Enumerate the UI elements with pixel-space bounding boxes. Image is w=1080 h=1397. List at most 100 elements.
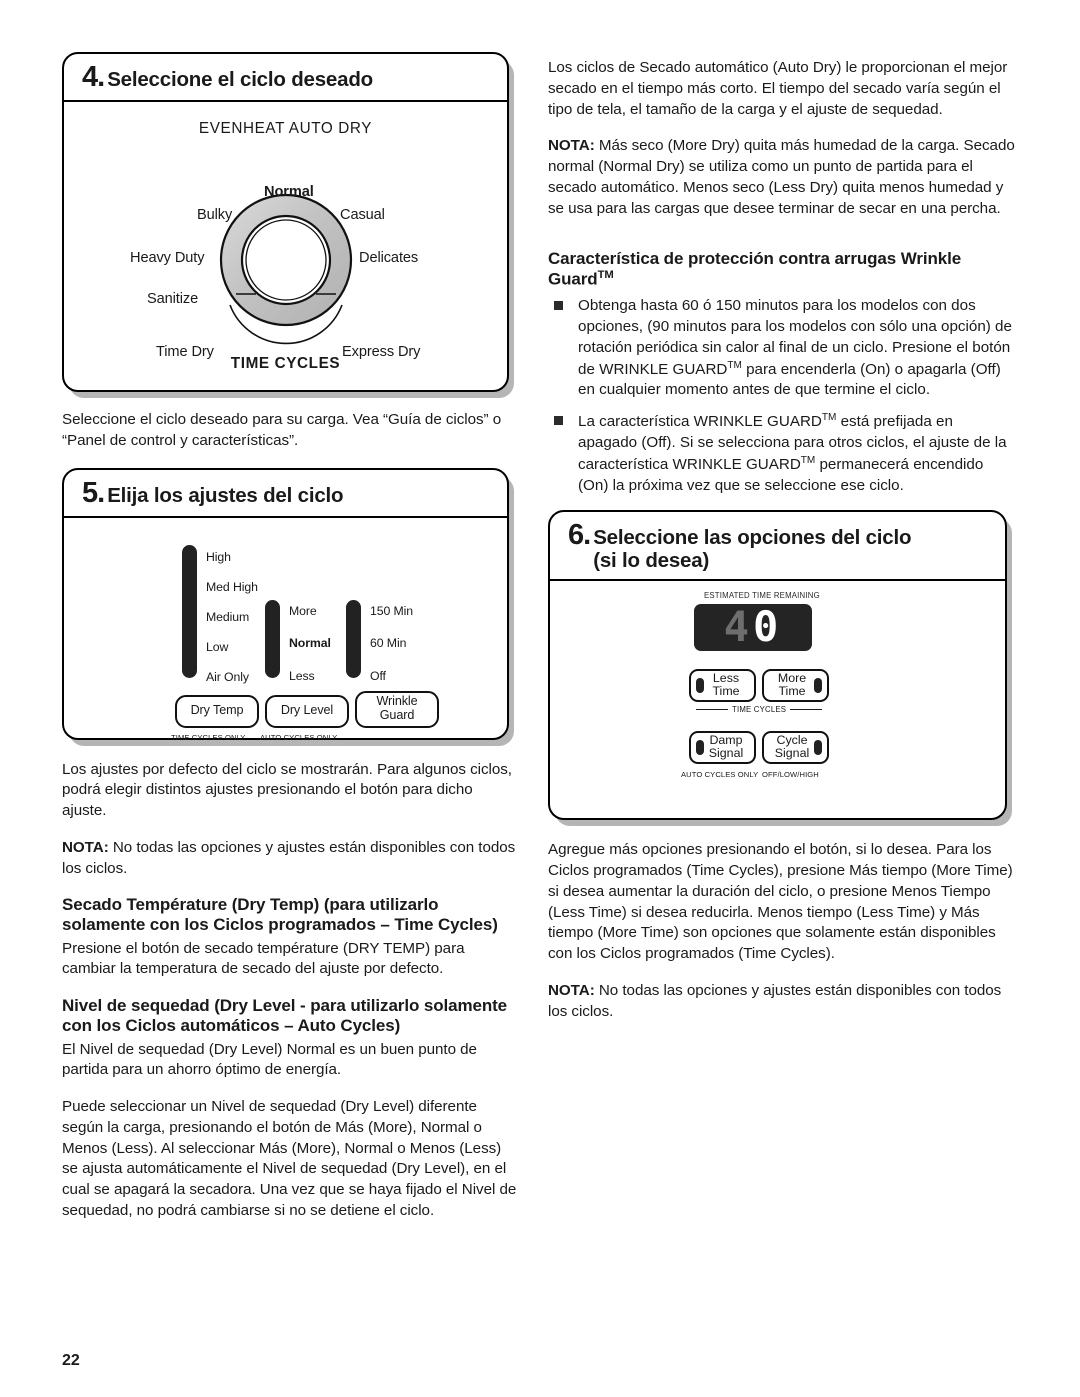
damp-signal-sublabel: AUTO CYCLES ONLY (681, 769, 759, 779)
slider-bar-wrinkle-guard[interactable] (346, 599, 361, 678)
dry-temp-button[interactable]: Dry Temp (175, 694, 259, 728)
wrinkle-guard-bullets: Obtenga hasta 60 ó 150 minutos para los … (548, 296, 1016, 496)
step-5-diagram: High Med High Medium Low Air Only More N… (64, 518, 507, 742)
more-time-button-label: More Time (770, 670, 814, 699)
cycle-signal-sublabel: OFF/LOW/HIGH (762, 769, 819, 779)
list-item: Obtenga hasta 60 ó 150 minutos para los … (548, 296, 1016, 401)
rule-line-right (790, 708, 823, 710)
paragraph-dry-level-2: Puede seleccionar un Nivel de sequedad (… (62, 1098, 517, 1219)
slider-wrinkle-guard[interactable]: 150 Min 60 Min Off (346, 599, 413, 688)
less-time-button[interactable]: Less Time (689, 668, 756, 702)
step-5-panel: 5. Elija los ajustes del ciclo High Med … (62, 467, 509, 742)
indicator-light-icon (814, 677, 822, 693)
dial-label-casual[interactable]: Casual (340, 207, 385, 223)
time-cycles-rule-label: TIME CYCLES (732, 704, 787, 714)
step-6-note: NOTA: No todas las opciones y ajustes es… (548, 981, 1016, 1023)
dial-label-delicates[interactable]: Delicates (359, 250, 418, 266)
wrinkle-guard-button[interactable]: Wrinkle Guard (355, 690, 439, 728)
step-6-diagram: ESTIMATED TIME REMAINING 40 Less Time Mo… (550, 581, 1005, 813)
damp-signal-button[interactable]: Damp Signal (689, 730, 756, 764)
slider-dry-level[interactable]: More Normal Less (265, 599, 331, 688)
slider-option[interactable]: Med High (206, 580, 258, 593)
bullet-square-icon (554, 301, 563, 311)
bullet-2-text-a: La característica WRINKLE GUARD (578, 413, 822, 431)
less-time-line1: Less (712, 670, 740, 685)
note-label: NOTA: (62, 838, 109, 856)
left-column: 4. Seleccione el ciclo deseado EVENHEAT … (62, 52, 517, 1238)
indicator-light-icon (814, 739, 822, 755)
auto-dry-note: NOTA: Más seco (More Dry) quita más hume… (548, 136, 1016, 219)
display-digit-2: 0 (753, 602, 783, 652)
step-5-header: 5. Elija los ajustes del ciclo (64, 470, 507, 518)
dial-bottom-label: TIME CYCLES (230, 355, 341, 372)
cycle-signal-line2: Signal (774, 746, 810, 761)
less-time-button-label: Less Time (704, 670, 748, 699)
step-6-title: Seleccione las opciones del ciclo (si lo… (593, 526, 911, 572)
damp-signal-line2: Signal (708, 746, 744, 761)
dial-label-sanitize[interactable]: Sanitize (147, 291, 198, 307)
dial-label-normal[interactable]: Normal (264, 184, 314, 200)
note-text: No todas las opciones y ajustes están di… (548, 981, 1002, 1020)
slider-option[interactable]: 150 Min (370, 604, 413, 617)
right-column: Los ciclos de Secado automático (Auto Dr… (548, 58, 1016, 1038)
more-time-line2: Time (778, 684, 806, 699)
time-remaining-display: 40 (694, 602, 812, 652)
slider-option[interactable]: Off (370, 670, 413, 683)
damp-signal-line1: Damp (709, 732, 743, 747)
cycle-signal-button[interactable]: Cycle Signal (762, 730, 829, 764)
trademark-symbol: TM (800, 454, 816, 466)
slider-option[interactable]: Less (289, 670, 331, 683)
step-5-paragraph-1: Los ajustes por defecto del ciclo se mos… (62, 760, 512, 820)
more-time-line1: More (777, 670, 807, 685)
dry-temp-button-label: Dry Temp (190, 703, 244, 718)
note-text: Más seco (More Dry) quita más humedad de… (548, 137, 1015, 217)
manual-page: 4. Seleccione el ciclo deseado EVENHEAT … (0, 0, 1080, 1397)
step-4-diagram: EVENHEAT AUTO DRY Normal Bulky Casual He… (64, 102, 507, 385)
step-5-title: Elija los ajustes del ciclo (107, 483, 344, 507)
slider-option[interactable]: Air Only (206, 671, 258, 684)
slider-option[interactable]: Low (206, 641, 258, 654)
slider-bar-dry-temp[interactable] (182, 544, 197, 678)
slider-option[interactable]: 60 Min (370, 637, 413, 650)
time-cycles-rule: TIME CYCLES (696, 704, 823, 714)
cycle-signal-button-label: Cycle Signal (770, 732, 814, 761)
dial-label-bulky[interactable]: Bulky (197, 207, 232, 223)
paragraph-dry-level-1: El Nivel de sequedad (Dry Level) Normal … (62, 1040, 477, 1079)
dry-level-button-label: Dry Level (280, 703, 334, 718)
slider-option[interactable]: High (206, 550, 258, 563)
step-6-number: 6. (568, 519, 591, 552)
step-4-number: 4. (82, 61, 105, 93)
heading-dry-level: Nivel de sequedad (Dry Level - para util… (62, 996, 508, 1036)
rule-line-left (696, 708, 728, 710)
step-4-panel: 4. Seleccione el ciclo deseado EVENHEAT … (62, 52, 509, 392)
slider-option[interactable]: Normal (289, 637, 331, 650)
note-label: NOTA: (548, 981, 595, 999)
step-4-caption: Seleccione el ciclo deseado para su carg… (62, 411, 502, 449)
dial-label-heavy-duty[interactable]: Heavy Duty (130, 250, 205, 266)
step-6-header: 6. Seleccione las opciones del ciclo (si… (550, 512, 1005, 581)
slider-option[interactable]: Medium (206, 611, 258, 624)
list-item: La característica WRINKLE GUARDTM está p… (548, 411, 1016, 496)
slider-options-dry-temp: High Med High Medium Low Air Only (197, 545, 258, 690)
dry-level-sublabel: AUTO CYCLES ONLY (260, 732, 338, 742)
trademark-symbol: TM (597, 269, 614, 282)
slider-dry-temp[interactable]: High Med High Medium Low Air Only (182, 544, 258, 690)
auto-dry-paragraph: Los ciclos de Secado automático (Auto Dr… (548, 59, 1008, 118)
slider-option[interactable]: More (289, 604, 331, 617)
indicator-light-icon (696, 739, 704, 755)
indicator-light-icon (696, 677, 704, 693)
wrinkle-guard-button-label-line2: Guard (379, 708, 415, 722)
bullet-square-icon (554, 416, 563, 426)
heading-dry-temp: Secado Température (Dry Temp) (para util… (62, 895, 498, 935)
trademark-symbol: TM (821, 412, 837, 424)
slider-options-dry-level: More Normal Less (280, 600, 331, 688)
display-digit-1: 4 (723, 602, 753, 652)
more-time-button[interactable]: More Time (762, 668, 829, 702)
heading-wrinkle-guard-line1: Característica de protección contra arru… (548, 249, 962, 269)
paragraph-dry-temp: Presione el botón de secado température … (62, 939, 465, 978)
slider-bar-dry-level[interactable] (265, 599, 280, 678)
cycle-signal-line1: Cycle (776, 732, 808, 747)
slider-options-wrinkle-guard: 150 Min 60 Min Off (361, 600, 413, 688)
note-text: No todas las opciones y ajustes están di… (62, 838, 516, 877)
dry-level-button[interactable]: Dry Level (265, 694, 349, 728)
